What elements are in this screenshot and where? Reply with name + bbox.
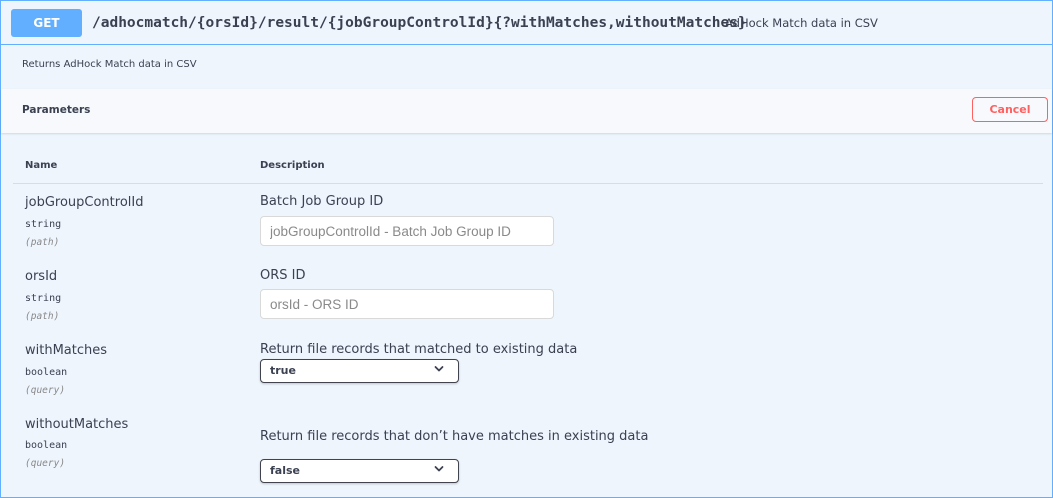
chevron-down-icon <box>434 466 444 472</box>
param-type: boolean <box>25 367 68 378</box>
operation-block: GET /adhocmatch/{orsId}/result/{jobGroup… <box>0 0 1053 498</box>
param-name-orsid: orsId <box>25 269 58 284</box>
operation-description: Returns AdHock Match data in CSV <box>22 59 197 70</box>
jobgroupcontrolid-input[interactable] <box>260 216 554 246</box>
select-value: true <box>270 364 296 377</box>
param-type: string <box>25 293 62 304</box>
orsid-input[interactable] <box>260 289 554 319</box>
http-method-badge: GET <box>11 9 82 37</box>
param-description: Return file records that matched to exis… <box>260 342 578 357</box>
column-header-name: Name <box>25 160 58 171</box>
param-location: (query) <box>25 458 66 469</box>
param-name-withmatches: withMatches <box>25 343 108 358</box>
param-name-withoutmatches: withoutMatches <box>25 417 129 432</box>
operation-summary-text: AdHock Match data in CSV <box>725 16 878 30</box>
table-header-divider <box>13 183 1043 184</box>
chevron-down-icon <box>434 366 444 372</box>
param-description: ORS ID <box>260 268 306 283</box>
parameters-header: Parameters Cancel <box>1 89 1052 133</box>
param-description: Return file records that don’t have matc… <box>260 429 649 444</box>
param-type: boolean <box>25 440 68 451</box>
withmatches-select[interactable]: true <box>260 359 459 383</box>
param-location: (path) <box>25 237 60 248</box>
param-name-jobgroupcontrolid: jobGroupControlId <box>25 195 144 210</box>
column-header-description: Description <box>260 160 325 171</box>
withoutmatches-select[interactable]: false <box>260 459 459 483</box>
endpoint-path: /adhocmatch/{orsId}/result/{jobGroupCont… <box>92 15 747 31</box>
param-description: Batch Job Group ID <box>260 194 384 209</box>
parameters-title: Parameters <box>22 104 91 116</box>
param-type: string <box>25 219 62 230</box>
select-value: false <box>270 464 300 477</box>
param-location: (path) <box>25 311 60 322</box>
operation-summary[interactable]: GET /adhocmatch/{orsId}/result/{jobGroup… <box>1 1 1052 45</box>
cancel-button[interactable]: Cancel <box>972 97 1048 122</box>
param-location: (query) <box>25 385 66 396</box>
